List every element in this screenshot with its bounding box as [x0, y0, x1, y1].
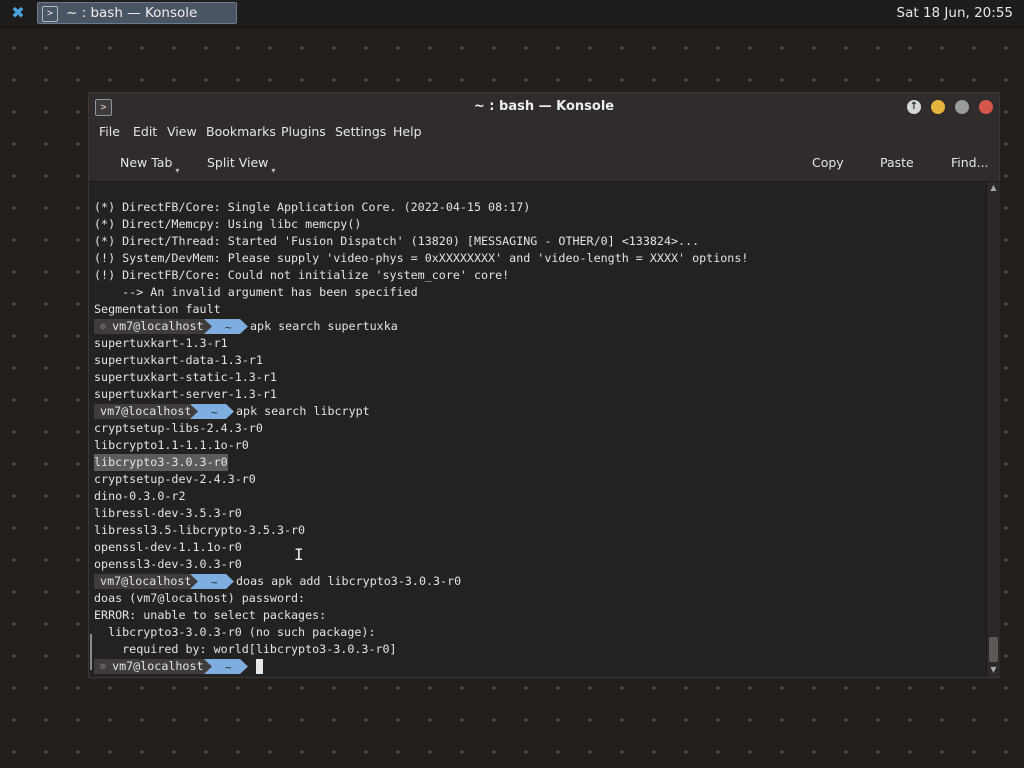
menu-view[interactable]: View [167, 124, 197, 139]
prompt-dir: ~ [225, 661, 232, 674]
terminal-line: libressl-dev-3.5.3-r0 [94, 506, 242, 520]
error-indent-bar [90, 634, 92, 670]
terminal-line: supertuxkart-server-1.3-r1 [94, 387, 277, 401]
toolbar: New Tab▾ Split View▾ Copy Paste Find... [89, 143, 999, 182]
menu-file[interactable]: File [99, 124, 120, 139]
terminal-line: libcrypto1.1-1.1.1o-r0 [94, 438, 249, 452]
menu-bookmarks[interactable]: Bookmarks [206, 124, 276, 139]
prompt-user: vm7@localhost [112, 319, 204, 333]
terminal-line: openssl3-dev-3.0.3-r0 [94, 557, 242, 571]
terminal-line: cryptsetup-dev-2.4.3-r0 [94, 472, 256, 486]
menu-bar: File Edit View Bookmarks Plugins Setting… [89, 121, 999, 143]
terminal-area[interactable]: (*) DirectFB/Core: Single Application Co… [89, 182, 986, 677]
menu-edit[interactable]: Edit [133, 124, 157, 139]
terminal-line: libcrypto3-3.0.3-r0 (no such package): [94, 625, 376, 639]
terminal-line: dino-0.3.0-r2 [94, 489, 186, 503]
prompt-user: vm7@localhost [112, 659, 204, 673]
taskbar-item-konsole[interactable]: > ~ : bash — Konsole [37, 2, 237, 24]
minimize-button[interactable] [931, 100, 945, 114]
terminal-line: libressl3.5-libcrypto-3.5.3-r0 [94, 523, 306, 537]
copy-button[interactable]: Copy [812, 155, 844, 170]
keep-above-button[interactable]: ↑ [907, 100, 921, 114]
command-text: apk search supertuxka [250, 319, 398, 333]
prompt-user-segment: ☻ vm7@localhost [94, 319, 212, 334]
terminal-line: (!) System/DevMem: Please supply 'video-… [94, 251, 749, 265]
command-text: doas apk add libcrypto3-3.0.3-r0 [236, 574, 462, 588]
menu-help[interactable]: Help [393, 124, 422, 139]
selected-terminal-line: libcrypto3-3.0.3-r0 [94, 454, 228, 471]
terminal-line: (*) Direct/Memcpy: Using libc memcpy() [94, 217, 362, 231]
new-tab-label: New Tab [120, 155, 173, 170]
mouse-ibeam-icon: I [294, 545, 304, 564]
prompt-user-segment: vm7@localhost [94, 404, 197, 419]
window-title: ~ : bash — Konsole [473, 99, 615, 114]
clock[interactable]: Sat 18 Jun, 20:55 [897, 5, 1013, 21]
split-view-button[interactable]: Split View▾ [207, 155, 275, 175]
split-view-label: Split View [207, 155, 269, 170]
prompt-dir: ~ [225, 321, 232, 334]
terminal-line: (*) DirectFB/Core: Single Application Co… [94, 200, 531, 214]
penguin-icon: ☻ [94, 662, 113, 673]
terminal-line: supertuxkart-1.3-r1 [94, 336, 228, 350]
konsole-window: > ~ : bash — Konsole ↑ File Edit View Bo… [88, 92, 1000, 678]
command-text: apk search libcrypt [236, 404, 370, 418]
terminal-line: openssl-dev-1.1.1o-r0 [94, 540, 242, 554]
scroll-down-icon[interactable]: ▼ [988, 664, 999, 676]
terminal-line: supertuxkart-data-1.3-r1 [94, 353, 263, 367]
penguin-icon: ☻ [94, 322, 113, 333]
paste-button[interactable]: Paste [880, 155, 914, 170]
taskbar-item-label: ~ : bash — Konsole [66, 5, 198, 21]
scrollbar-thumb[interactable] [989, 637, 998, 662]
terminal-line: cryptsetup-libs-2.4.3-r0 [94, 421, 263, 435]
prompt-user-segment: vm7@localhost [94, 574, 197, 589]
app-launcher-icon[interactable]: ✖ [9, 4, 27, 22]
find-button[interactable]: Find... [951, 155, 989, 170]
title-bar[interactable]: > ~ : bash — Konsole ↑ [89, 93, 999, 121]
vertical-scrollbar[interactable]: ▲ ▼ [986, 182, 1000, 677]
top-panel: ✖ > ~ : bash — Konsole Sat 18 Jun, 20:55 [0, 0, 1024, 28]
terminal-line: required by: world[libcrypto3-3.0.3-r0] [94, 642, 397, 656]
terminal-line: (*) Direct/Thread: Started 'Fusion Dispa… [94, 234, 700, 248]
terminal-line: ERROR: unable to select packages: [94, 608, 327, 622]
menu-settings[interactable]: Settings [335, 124, 386, 139]
menu-plugins[interactable]: Plugins [281, 124, 326, 139]
terminal-line: --> An invalid argument has been specifi… [94, 285, 418, 299]
new-tab-button[interactable]: New Tab▾ [120, 155, 179, 175]
scroll-up-icon[interactable]: ▲ [988, 182, 999, 194]
prompt-dir: ~ [211, 406, 218, 419]
terminal-icon: > [42, 6, 58, 22]
dropdown-arrow-icon[interactable]: ▾ [271, 166, 275, 175]
terminal-line: (!) DirectFB/Core: Could not initialize … [94, 268, 510, 282]
terminal-line: Segmentation fault [94, 302, 221, 316]
terminal-line: supertuxkart-static-1.3-r1 [94, 370, 277, 384]
prompt-user-segment: ☻ vm7@localhost [94, 659, 212, 674]
maximize-button[interactable] [955, 100, 969, 114]
text-cursor [256, 659, 263, 674]
prompt-user: vm7@localhost [100, 574, 192, 588]
prompt-dir: ~ [211, 576, 218, 589]
close-button[interactable] [979, 100, 993, 114]
dropdown-arrow-icon[interactable]: ▾ [175, 166, 179, 175]
terminal-line: doas (vm7@localhost) password: [94, 591, 306, 605]
prompt-user: vm7@localhost [100, 404, 192, 418]
